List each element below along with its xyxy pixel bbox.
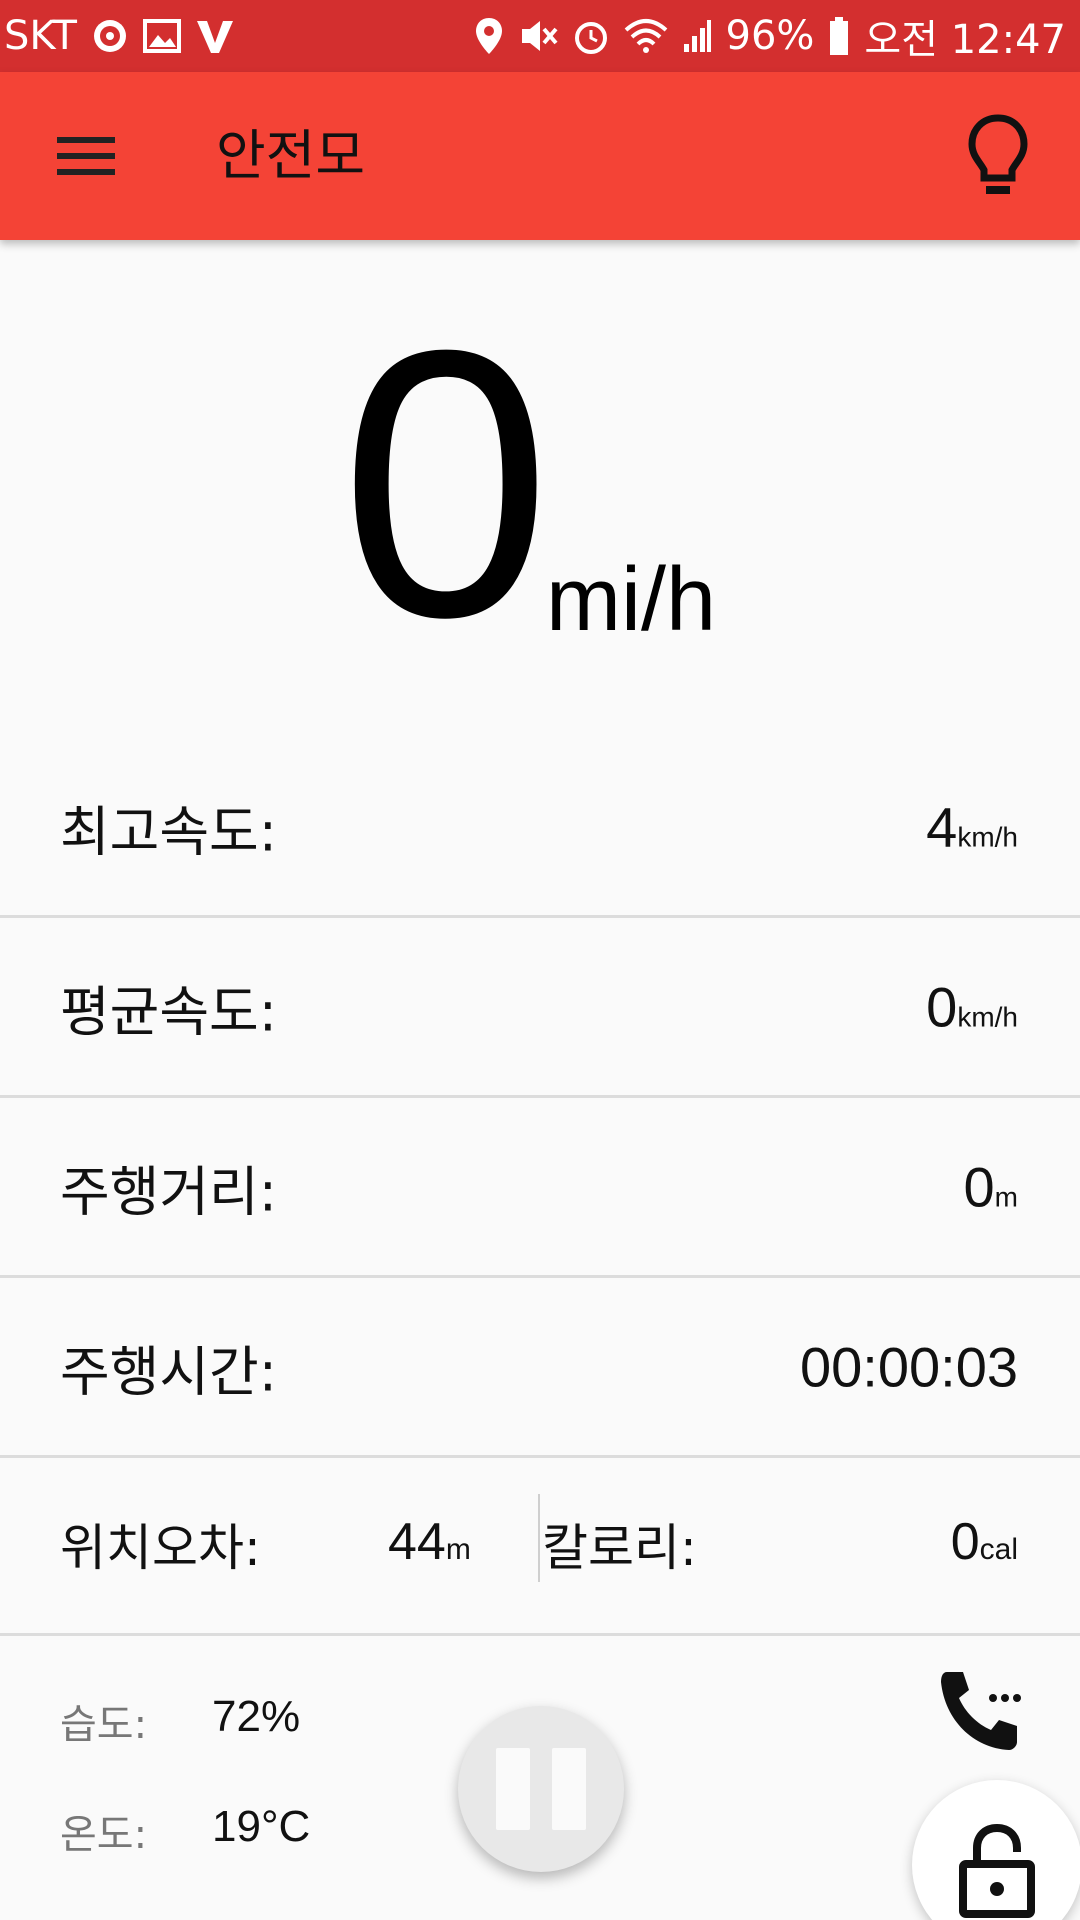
pause-button[interactable] bbox=[458, 1706, 624, 1872]
duration-row: 주행시간: 00:00:03 bbox=[0, 1278, 1080, 1458]
pause-icon bbox=[496, 1748, 530, 1830]
pause-icon-bar bbox=[552, 1748, 586, 1830]
distance-value: 0m bbox=[963, 1155, 1018, 1218]
avg-speed-row: 평균속도: 0km/h bbox=[0, 918, 1080, 1098]
temperature-value: 19°C bbox=[212, 1802, 311, 1851]
battery-icon bbox=[828, 16, 850, 56]
page-title: 안전모 bbox=[216, 124, 366, 187]
menu-button[interactable] bbox=[40, 110, 132, 202]
accuracy-value: 44m bbox=[388, 1513, 471, 1571]
speed-value: 0 bbox=[340, 271, 552, 696]
max-speed-label: 최고속도: bbox=[60, 800, 277, 863]
duration-value: 00:00:03 bbox=[800, 1335, 1018, 1398]
badge-icon bbox=[91, 17, 129, 55]
humidity-label: 습도: bbox=[60, 1702, 148, 1748]
max-speed-row: 최고속도: 4km/h bbox=[0, 738, 1080, 918]
humidity-value: 72% bbox=[212, 1692, 301, 1741]
temperature-label: 온도: bbox=[60, 1812, 148, 1858]
clock: 오전 12:47 bbox=[864, 17, 1066, 63]
image-icon bbox=[142, 19, 181, 53]
alarm-icon bbox=[572, 17, 610, 55]
menu-icon bbox=[57, 137, 115, 175]
mute-icon bbox=[518, 17, 558, 55]
v3-icon bbox=[195, 17, 237, 55]
calorie-value: 0cal bbox=[950, 1513, 1018, 1571]
location-icon bbox=[474, 16, 504, 56]
calorie-label: 칼로리: bbox=[542, 1519, 697, 1577]
speed-unit: mi/h bbox=[546, 550, 717, 650]
max-speed-value: 4km/h bbox=[926, 795, 1018, 858]
app-bar: 안전모 bbox=[0, 72, 1080, 240]
avg-speed-label: 평균속도: bbox=[60, 980, 277, 1043]
distance-row: 주행거리: 0m bbox=[0, 1098, 1080, 1278]
avg-speed-value: 0km/h bbox=[926, 975, 1018, 1038]
duration-label: 주행시간: bbox=[60, 1340, 277, 1403]
lightbulb-icon bbox=[968, 114, 1028, 194]
unlock-icon bbox=[959, 1823, 1035, 1918]
split-divider bbox=[538, 1494, 540, 1582]
accuracy-label: 위치오차: bbox=[60, 1519, 261, 1577]
signal-icon bbox=[682, 18, 712, 54]
battery-percent: 96% bbox=[725, 13, 815, 59]
distance-label: 주행거리: bbox=[60, 1160, 277, 1223]
status-bar: SKT 96% 오전 12:47 bbox=[0, 0, 1080, 72]
call-button[interactable] bbox=[936, 1664, 1028, 1756]
speed-display: 0 mi/h bbox=[0, 294, 1080, 674]
flashlight-button[interactable] bbox=[952, 110, 1044, 202]
carrier-label: SKT bbox=[4, 13, 77, 59]
wifi-icon bbox=[624, 18, 668, 54]
phone-icon bbox=[941, 1672, 1021, 1750]
lock-button[interactable] bbox=[912, 1780, 1080, 1920]
